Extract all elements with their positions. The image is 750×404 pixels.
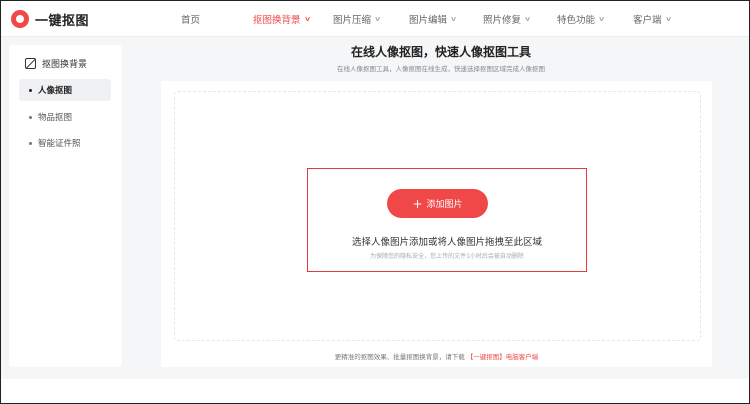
sidebar-item-label: 人像抠图 xyxy=(38,86,73,96)
drop-instruction: 选择人像图片添加或将人像图片拖拽至此区域 xyxy=(351,237,542,248)
add-image-button[interactable]: + 添加图片 xyxy=(387,189,488,218)
chevron-down-icon: ∨ xyxy=(597,15,606,23)
nav-item-label: 图片压缩 xyxy=(333,15,372,26)
chevron-down-icon: ∨ xyxy=(449,15,458,23)
plus-icon: + xyxy=(412,196,423,211)
page-title: 在线人像抠图，快速人像抠图工具 xyxy=(350,45,531,59)
sidebar-item-portrait-cutout[interactable]: 人像抠图 xyxy=(19,79,111,101)
chevron-down-icon: ∨ xyxy=(303,15,311,23)
bullet-icon xyxy=(29,115,32,119)
bottom-strip xyxy=(1,379,749,403)
footer-note-text: 更精准的抠图效果、批量抠图换背景，请下载 xyxy=(334,353,465,361)
nav-item-special-features[interactable]: 特色功能 ∨ xyxy=(557,1,633,37)
sidebar: 抠图换背景 人像抠图 物品抠图 智能证件照 xyxy=(9,45,122,367)
nav-item-client[interactable]: 客户端 ∨ xyxy=(633,1,693,37)
main-nav: 首页 抠图换背景 ∨ 图片压缩 ∨ 图片编辑 ∨ 照片修复 ∨ 特色功能 ∨ 客… xyxy=(181,1,693,37)
page-subtitle: 在线人像抠图工具，人像抠图在线生成，快速选择抠图区域完成人像抠图 xyxy=(337,65,545,73)
sidebar-item-label: 智能证件照 xyxy=(38,139,81,149)
add-image-label: 添加图片 xyxy=(426,200,463,210)
nav-item-label: 抠图换背景 xyxy=(253,15,301,26)
privacy-note: 为保障您的隐私安全，您上传的文件1小时后会被自动删除 xyxy=(370,253,524,260)
nav-item-label: 照片修复 xyxy=(483,15,522,26)
footer-note: 更精准的抠图效果、批量抠图换背景，请下载 【一键抠图】电脑客户端 xyxy=(161,351,712,361)
logo[interactable]: 一键抠图 xyxy=(11,9,89,29)
nav-item-label: 图片编辑 xyxy=(409,15,448,26)
nav-item-label: 客户端 xyxy=(633,15,662,26)
bullet-icon xyxy=(29,88,32,92)
logo-text: 一键抠图 xyxy=(35,13,90,29)
client-download-link[interactable]: 【一键抠图】电脑客户端 xyxy=(467,353,539,361)
chevron-down-icon: ∨ xyxy=(664,15,672,23)
nav-item-label: 特色功能 xyxy=(557,15,596,26)
sidebar-item-label: 物品抠图 xyxy=(38,113,73,123)
sidebar-item-object-cutout[interactable]: 物品抠图 xyxy=(19,106,111,128)
nav-item-cutout-background[interactable]: 抠图换背景 ∨ xyxy=(253,1,333,37)
bullet-icon xyxy=(29,141,32,145)
top-header: 一键抠图 首页 抠图换背景 ∨ 图片压缩 ∨ 图片编辑 ∨ 照片修复 ∨ 特色功… xyxy=(1,1,749,37)
nav-item-image-compress[interactable]: 图片压缩 ∨ xyxy=(333,1,409,37)
nav-item-home[interactable]: 首页 xyxy=(181,1,253,37)
chevron-down-icon: ∨ xyxy=(373,15,382,23)
nav-item-image-edit[interactable]: 图片编辑 ∨ xyxy=(409,1,483,37)
nav-item-label: 首页 xyxy=(181,15,201,26)
logo-icon xyxy=(11,10,29,28)
sidebar-item-id-photo[interactable]: 智能证件照 xyxy=(19,132,111,154)
nav-item-photo-repair[interactable]: 照片修复 ∨ xyxy=(483,1,557,37)
chevron-down-icon: ∨ xyxy=(523,15,532,23)
